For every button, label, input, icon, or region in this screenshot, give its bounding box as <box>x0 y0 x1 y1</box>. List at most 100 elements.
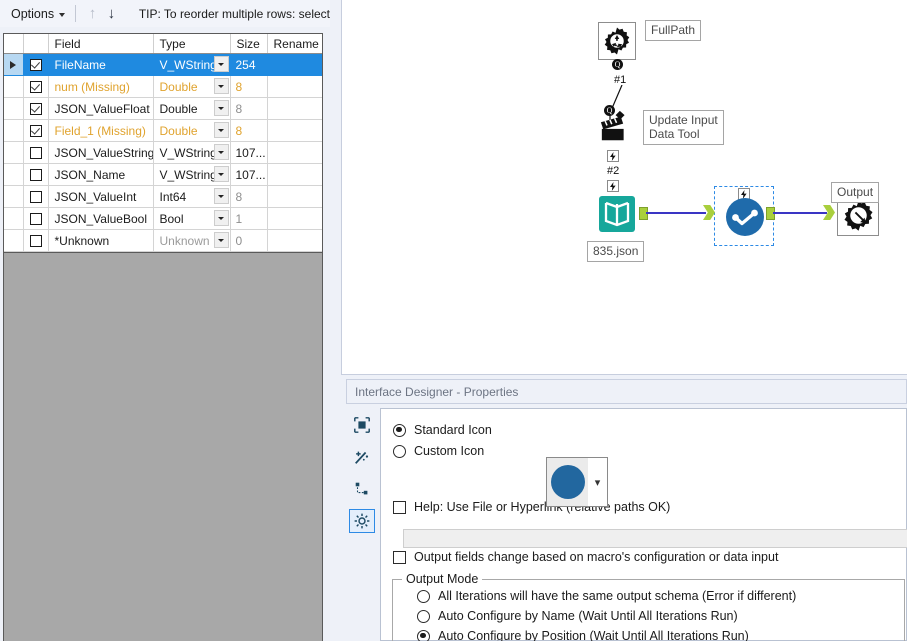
row-checkbox[interactable] <box>29 168 42 181</box>
row-checkbox-cell[interactable] <box>23 229 49 252</box>
output-mode-radio[interactable] <box>417 629 430 641</box>
row-checkbox-cell[interactable] <box>23 53 49 76</box>
row-checkbox-cell[interactable] <box>23 97 49 120</box>
table-row[interactable]: JSON_ValueString V_WString 107... <box>4 141 322 164</box>
layout-icon[interactable] <box>349 413 375 437</box>
cell-field[interactable]: JSON_ValueString <box>48 141 154 164</box>
grid-col-rename[interactable]: Rename <box>267 34 322 54</box>
help-checkbox[interactable] <box>393 500 406 514</box>
wand-icon[interactable] <box>349 445 375 469</box>
cell-rename[interactable] <box>267 185 322 208</box>
cell-type[interactable]: V_WString <box>153 163 231 186</box>
cell-field[interactable]: FileName <box>48 53 154 76</box>
grid-col-size[interactable]: Size <box>230 34 268 54</box>
cell-field[interactable]: Field_1 (Missing) <box>48 119 154 142</box>
cell-rename[interactable] <box>267 229 322 252</box>
node-json-input[interactable] <box>596 193 638 235</box>
chevron-down-icon[interactable]: ▾ <box>588 458 607 506</box>
row-marker-cell[interactable] <box>4 207 24 230</box>
node-macro-tool[interactable] <box>724 196 766 238</box>
row-checkbox[interactable] <box>29 146 42 159</box>
move-down-button[interactable]: ↓ <box>102 4 121 24</box>
custom-icon-radio-row[interactable]: Custom Icon <box>393 444 906 458</box>
cell-type[interactable]: Double <box>153 75 231 98</box>
type-dropdown-icon[interactable] <box>213 210 229 226</box>
help-checkbox-row[interactable]: Help: Use File or Hyperlink (relative pa… <box>393 500 906 514</box>
cell-type[interactable]: V_WString <box>153 141 231 164</box>
table-row[interactable]: FileName V_WString 254 <box>4 53 322 76</box>
output-mode-option[interactable]: Auto Configure by Name (Wait Until All I… <box>417 609 904 623</box>
row-marker-cell[interactable] <box>4 185 24 208</box>
type-dropdown-icon[interactable] <box>213 166 229 182</box>
cell-field[interactable]: JSON_Name <box>48 163 154 186</box>
output-mode-option[interactable]: All Iterations will have the same output… <box>417 589 904 603</box>
options-button[interactable]: Options <box>7 5 69 23</box>
row-marker-cell[interactable] <box>4 119 24 142</box>
cell-rename[interactable] <box>267 97 322 120</box>
cell-rename[interactable] <box>267 75 322 98</box>
type-dropdown-icon[interactable] <box>213 100 229 116</box>
row-checkbox[interactable] <box>29 190 42 203</box>
row-checkbox-cell[interactable] <box>23 207 49 230</box>
output-fields-checkbox[interactable] <box>393 550 406 564</box>
cell-field[interactable]: JSON_ValueFloat <box>48 97 154 120</box>
row-checkbox-cell[interactable] <box>23 185 49 208</box>
type-dropdown-icon[interactable] <box>213 78 229 94</box>
standard-icon-radio[interactable] <box>393 423 406 437</box>
type-dropdown-icon[interactable] <box>213 144 229 160</box>
output-mode-radio[interactable] <box>417 609 430 623</box>
row-checkbox[interactable] <box>29 212 42 225</box>
panel-splitter[interactable] <box>330 0 340 641</box>
move-up-button[interactable]: ↑ <box>83 4 102 24</box>
grid-col-type[interactable]: Type <box>153 34 231 54</box>
tree-icon[interactable] <box>349 477 375 501</box>
cell-field[interactable]: num (Missing) <box>48 75 154 98</box>
output-mode-option[interactable]: Auto Configure by Position (Wait Until A… <box>417 629 904 641</box>
row-marker-cell[interactable] <box>4 229 24 252</box>
standard-icon-radio-row[interactable]: Standard Icon <box>393 423 906 437</box>
row-checkbox-cell[interactable] <box>23 119 49 142</box>
cell-size[interactable]: 107... <box>230 163 268 186</box>
cell-rename[interactable] <box>267 141 322 164</box>
cell-type[interactable]: Double <box>153 97 231 120</box>
node-fullpath[interactable] <box>598 22 636 60</box>
row-checkbox[interactable] <box>29 124 42 137</box>
cell-size[interactable]: 8 <box>230 119 268 142</box>
help-path-input[interactable] <box>403 529 907 548</box>
workflow-canvas[interactable]: FullPath Q #1 Q Update Input Data Tool #… <box>341 0 907 375</box>
cell-size[interactable]: 254 <box>230 53 268 76</box>
type-dropdown-icon[interactable] <box>213 188 229 204</box>
cell-type[interactable]: Double <box>153 119 231 142</box>
output-fields-checkbox-row[interactable]: Output fields change based on macro's co… <box>393 550 906 564</box>
cell-rename[interactable] <box>267 163 322 186</box>
row-checkbox-cell[interactable] <box>23 163 49 186</box>
row-marker-cell[interactable] <box>4 141 24 164</box>
table-row[interactable]: JSON_ValueBool Bool 1 <box>4 207 322 230</box>
cell-size[interactable]: 8 <box>230 97 268 120</box>
cell-rename[interactable] <box>267 119 322 142</box>
table-row[interactable]: JSON_ValueInt Int64 8 <box>4 185 322 208</box>
type-dropdown-icon[interactable] <box>213 232 229 248</box>
row-checkbox[interactable] <box>29 58 42 71</box>
row-marker-cell[interactable] <box>4 97 24 120</box>
cell-rename[interactable] <box>267 207 322 230</box>
cell-size[interactable]: 0 <box>230 229 268 252</box>
row-marker-cell[interactable] <box>4 53 24 76</box>
cell-field[interactable]: JSON_ValueInt <box>48 185 154 208</box>
output-mode-radio[interactable] <box>417 589 430 603</box>
icon-picker[interactable]: ▾ <box>546 457 608 507</box>
table-row[interactable]: JSON_ValueFloat Double 8 <box>4 97 322 120</box>
node-update-input-data-tool[interactable] <box>598 108 636 146</box>
row-marker-cell[interactable] <box>4 75 24 98</box>
table-row[interactable]: *Unknown Unknown 0 <box>4 229 322 252</box>
row-marker-cell[interactable] <box>4 163 24 186</box>
cell-rename[interactable] <box>267 53 322 76</box>
row-checkbox[interactable] <box>29 234 42 247</box>
cell-type[interactable]: V_WString <box>153 53 231 76</box>
cell-size[interactable]: 8 <box>230 75 268 98</box>
cell-type[interactable]: Unknown <box>153 229 231 252</box>
cell-size[interactable]: 1 <box>230 207 268 230</box>
gear-icon[interactable] <box>349 509 375 533</box>
type-dropdown-icon[interactable] <box>213 56 229 72</box>
custom-icon-radio[interactable] <box>393 444 406 458</box>
